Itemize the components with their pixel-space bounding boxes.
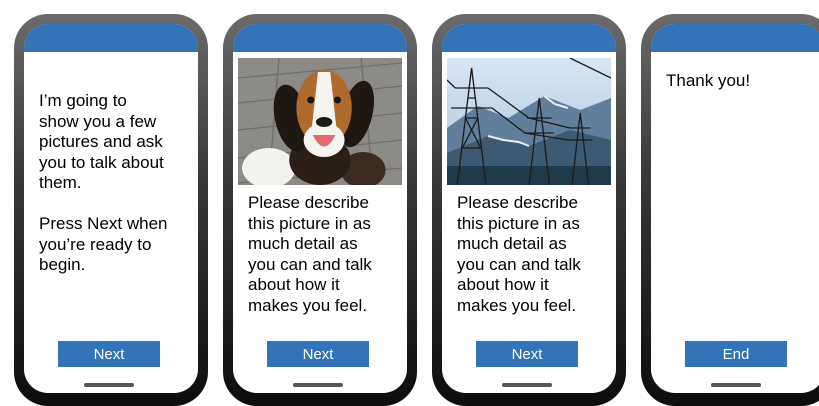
- thank-you-text: Thank you!: [666, 71, 751, 90]
- screen: Thank you! End: [651, 24, 819, 393]
- header-bar: [24, 24, 198, 52]
- phone-screen-thank-you: Thank you! End: [641, 14, 819, 406]
- phone-screen-picture-2: Please describe this picture in as much …: [432, 14, 626, 406]
- next-button[interactable]: Next: [476, 341, 578, 367]
- header-bar: [651, 24, 819, 52]
- beagle-puppy-photo: [238, 58, 402, 185]
- picture-prompt-text: Please describe this picture in as much …: [248, 193, 372, 315]
- home-indicator[interactable]: [711, 383, 761, 387]
- power-pylons-photo: [447, 58, 611, 185]
- intro-instructions-text: I’m going to show you a few pictures and…: [39, 91, 168, 274]
- phone-screen-intro: I’m going to show you a few pictures and…: [14, 14, 208, 406]
- phone-screen-picture-1: Please describe this picture in as much …: [223, 14, 417, 406]
- picture-prompt-text: Please describe this picture in as much …: [457, 193, 581, 315]
- header-bar: [442, 24, 616, 52]
- screen: Please describe this picture in as much …: [233, 24, 407, 393]
- screen: Please describe this picture in as much …: [442, 24, 616, 393]
- next-button[interactable]: Next: [267, 341, 369, 367]
- home-indicator[interactable]: [293, 383, 343, 387]
- home-indicator[interactable]: [502, 383, 552, 387]
- next-button[interactable]: Next: [58, 341, 160, 367]
- header-bar: [233, 24, 407, 52]
- screen: I’m going to show you a few pictures and…: [24, 24, 198, 393]
- home-indicator[interactable]: [84, 383, 134, 387]
- end-button[interactable]: End: [685, 341, 787, 367]
